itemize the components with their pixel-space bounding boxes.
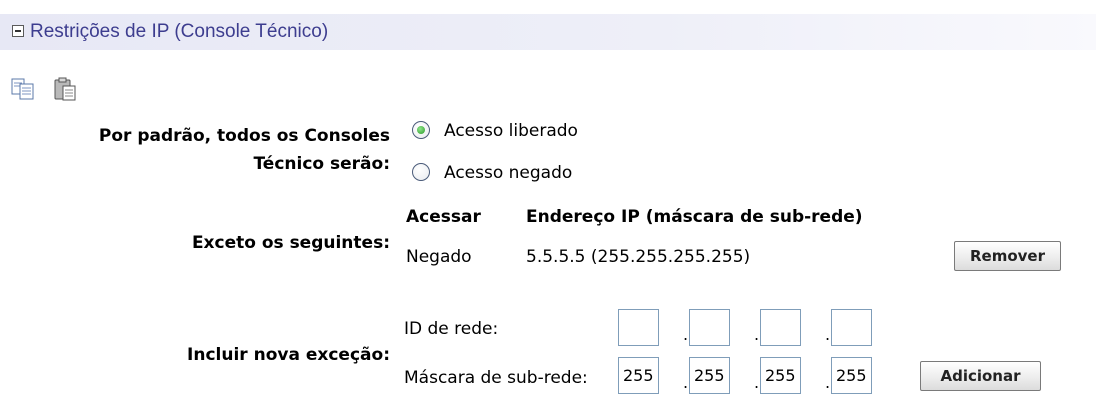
subnet-mask-octet-2[interactable] bbox=[689, 357, 730, 394]
ip-dot: . bbox=[683, 373, 689, 392]
exception-row-ip: 5.5.5.5 (255.255.255.255) bbox=[526, 247, 751, 267]
radio-access-denied-label[interactable]: Acesso negado bbox=[444, 162, 572, 184]
section-title: Restrições de IP (Console Técnico) bbox=[30, 21, 329, 42]
new-exception-label: Incluir nova exceção: bbox=[187, 345, 390, 365]
network-id-octet-1[interactable] bbox=[618, 309, 659, 346]
copy-icon[interactable] bbox=[10, 76, 36, 102]
radio-access-denied[interactable] bbox=[412, 163, 430, 181]
default-access-label-line1: Por padrão, todos os Consoles bbox=[98, 126, 390, 146]
add-button[interactable]: Adicionar bbox=[920, 361, 1041, 391]
ip-dot: . bbox=[754, 373, 760, 392]
collapse-icon[interactable] bbox=[12, 25, 24, 37]
radio-access-allowed-label[interactable]: Acesso liberado bbox=[444, 120, 578, 142]
exceptions-label: Exceto os seguintes: bbox=[191, 233, 390, 253]
column-header-access: Acessar bbox=[406, 207, 481, 227]
subnet-mask-octet-3[interactable] bbox=[760, 357, 801, 394]
column-header-ip: Endereço IP (máscara de sub-rede) bbox=[526, 207, 863, 227]
network-id-octet-3[interactable] bbox=[760, 309, 801, 346]
remove-button[interactable]: Remover bbox=[954, 241, 1061, 271]
radio-access-allowed[interactable] bbox=[412, 121, 430, 139]
network-id-octet-2[interactable] bbox=[689, 309, 730, 346]
paste-icon[interactable] bbox=[52, 76, 78, 102]
ip-dot: . bbox=[825, 325, 831, 344]
subnet-mask-octet-4[interactable] bbox=[831, 357, 872, 394]
subnet-mask-octet-1[interactable] bbox=[618, 357, 659, 394]
exception-row-access: Negado bbox=[406, 247, 472, 267]
network-id-octet-4[interactable] bbox=[831, 309, 872, 346]
subnet-mask-label: Máscara de sub-rede: bbox=[404, 368, 588, 388]
default-access-label-line2: Técnico serão: bbox=[253, 154, 390, 174]
ip-dot: . bbox=[825, 373, 831, 392]
network-id-label: ID de rede: bbox=[404, 319, 499, 339]
ip-dot: . bbox=[683, 325, 689, 344]
ip-dot: . bbox=[754, 325, 760, 344]
section-header: Restrições de IP (Console Técnico) bbox=[0, 14, 1096, 50]
